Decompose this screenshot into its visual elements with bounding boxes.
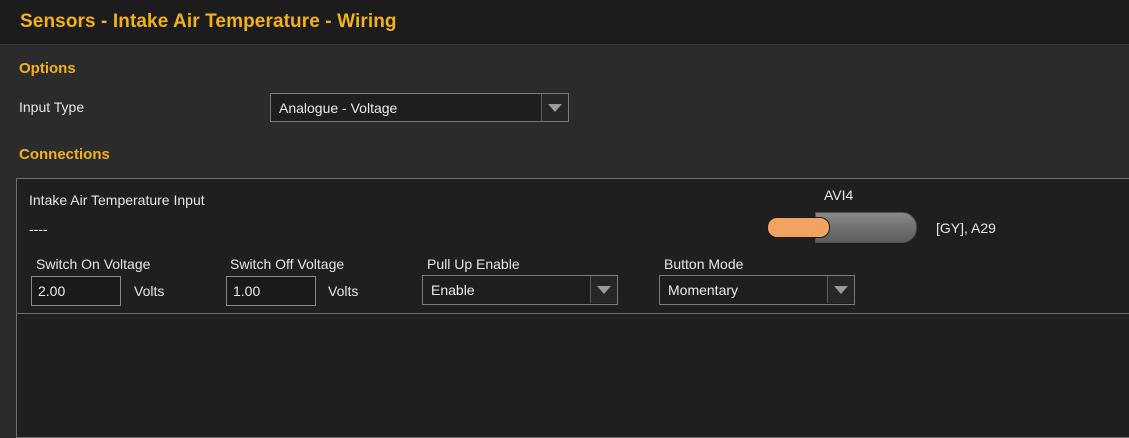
input-sub: ----: [29, 221, 48, 237]
page-title: Sensors - Intake Air Temperature - Wirin…: [20, 11, 397, 32]
chevron-down-icon: [548, 104, 562, 112]
chevron-down-icon: [597, 286, 611, 294]
options-section-label: Options: [19, 60, 76, 77]
switch-off-value: 1.00: [233, 283, 261, 299]
wire-core-icon: [767, 217, 830, 238]
switch-off-unit: Volts: [328, 283, 359, 299]
input-name: Intake Air Temperature Input: [29, 192, 205, 208]
switch-on-value: 2.00: [38, 283, 66, 299]
pull-up-select[interactable]: Enable: [422, 275, 618, 305]
switch-on-label: Switch On Voltage: [36, 256, 151, 272]
wire-info: [GY], A29: [936, 220, 996, 236]
pull-up-dropdown-button[interactable]: [590, 276, 617, 303]
pin-label: AVI4: [824, 187, 854, 203]
connection-panel: [16, 178, 1129, 438]
switch-on-input[interactable]: 2.00: [31, 276, 121, 306]
input-type-select[interactable]: Analogue - Voltage: [270, 93, 569, 122]
chevron-down-icon: [834, 286, 848, 294]
switch-on-unit: Volts: [134, 283, 165, 299]
panel-divider: [16, 313, 1129, 314]
button-mode-value: Momentary: [668, 282, 739, 298]
switch-off-label: Switch Off Voltage: [230, 256, 345, 272]
wire-insulation-icon: [815, 212, 917, 243]
connections-section-label: Connections: [19, 146, 110, 163]
input-type-dropdown-button[interactable]: [541, 94, 568, 121]
switch-off-input[interactable]: 1.00: [226, 276, 316, 306]
button-mode-dropdown-button[interactable]: [827, 276, 854, 303]
title-bar: Sensors - Intake Air Temperature - Wirin…: [0, 0, 1129, 45]
button-mode-label: Button Mode: [664, 256, 744, 272]
button-mode-select[interactable]: Momentary: [659, 275, 855, 305]
pull-up-label: Pull Up Enable: [427, 256, 520, 272]
input-type-value: Analogue - Voltage: [279, 100, 398, 116]
pull-up-value: Enable: [431, 282, 475, 298]
input-type-label: Input Type: [19, 99, 85, 115]
